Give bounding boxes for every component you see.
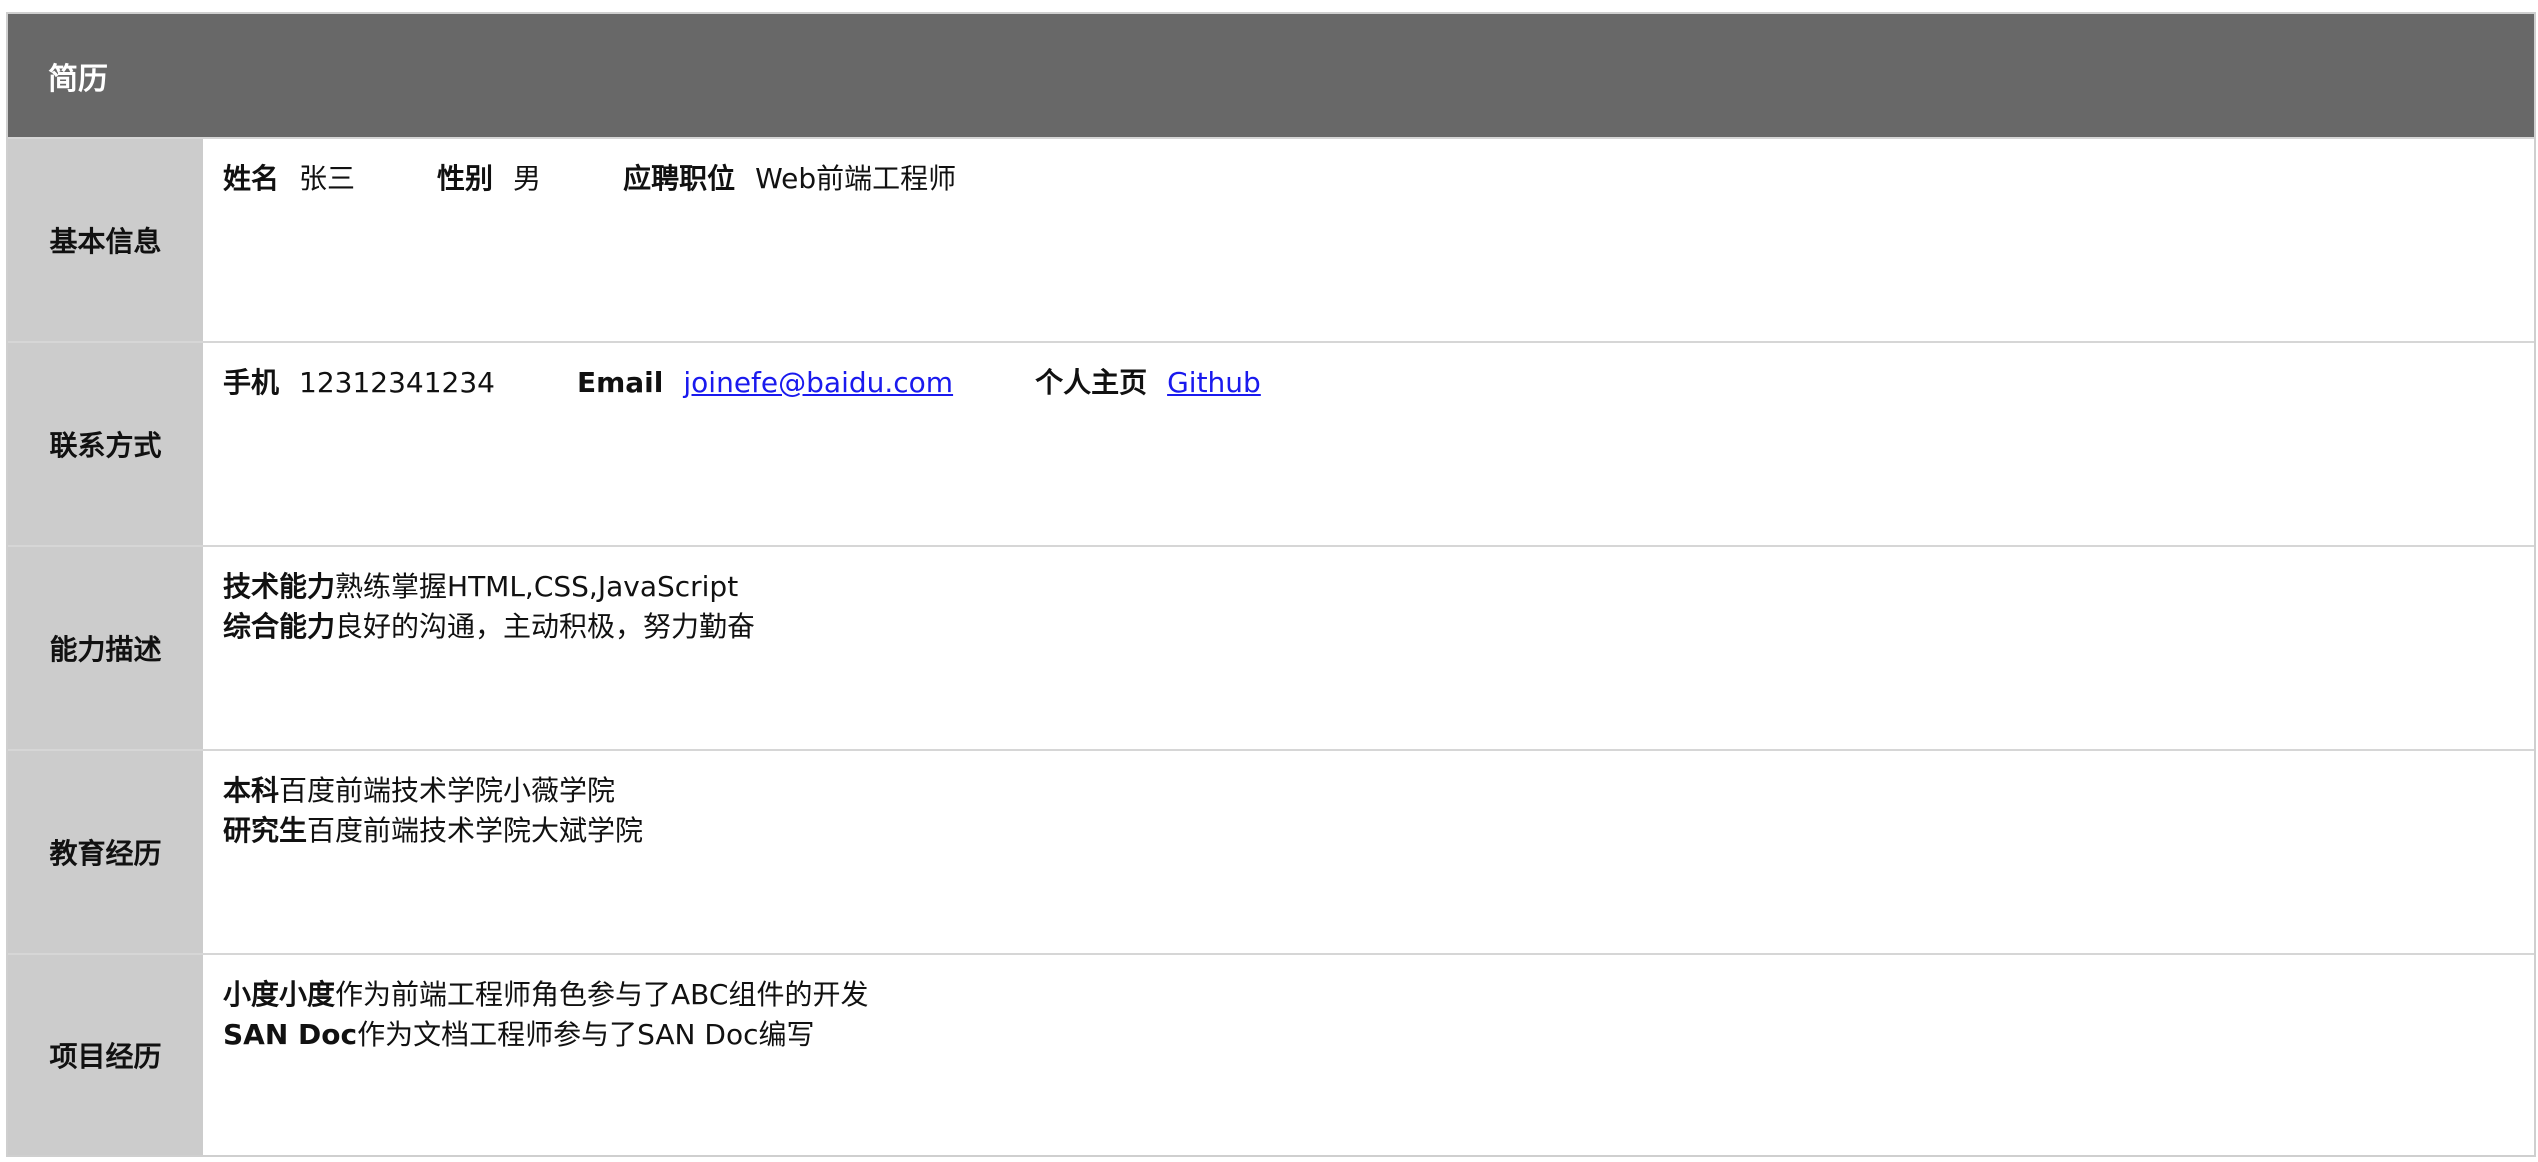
row-label-basic-info: 基本信息 [8,139,203,341]
position-label: 应聘职位 [623,162,736,195]
list-item: 本科百度前端技术学院小薇学院 [223,771,2534,811]
row-contact: 联系方式 手机 12312341234 Email joinefe@baidu.… [8,341,2534,545]
row-label-contact: 联系方式 [8,343,203,545]
row-label-projects: 项目经历 [8,955,203,1155]
row-content-basic-info: 姓名 张三 性别 男 应聘职位 Web前端工程师 [203,139,2534,341]
phone-value: 12312341234 [299,366,495,399]
name-value: 张三 [299,162,356,195]
phone-pair: 手机 12312341234 [223,363,495,403]
resume-header: 简历 [8,14,2534,137]
row-ability: 能力描述 技术能力熟练掌握HTML,CSS,JavaScript 综合能力良好的… [8,545,2534,749]
row-projects: 项目经历 小度小度作为前端工程师角色参与了ABC组件的开发 SAN Doc作为文… [8,953,2534,1155]
row-label-education: 教育经历 [8,751,203,953]
ability-title: 技术能力 [223,570,336,603]
gender-label: 性别 [437,162,494,195]
position-pair: 应聘职位 Web前端工程师 [623,159,956,199]
email-label: Email [576,366,664,399]
education-text: 百度前端技术学院大斌学院 [307,814,644,847]
row-label-ability: 能力描述 [8,547,203,749]
project-text: 作为文档工程师参与了SAN Doc编写 [357,1018,815,1051]
name-label: 姓名 [223,162,280,195]
email-link[interactable]: joinefe@baidu.com [683,363,953,403]
project-text: 作为前端工程师角色参与了ABC组件的开发 [335,978,869,1011]
gender-value: 男 [513,162,542,195]
row-content-education: 本科百度前端技术学院小薇学院 研究生百度前端技术学院大斌学院 [203,751,2534,953]
page-title: 简历 [48,61,108,97]
row-content-ability: 技术能力熟练掌握HTML,CSS,JavaScript 综合能力良好的沟通，主动… [203,547,2534,749]
education-title: 本科 [223,774,280,807]
ability-text: 良好的沟通，主动积极，努力勤奋 [335,610,756,643]
ability-text: 熟练掌握HTML,CSS,JavaScript [335,570,739,603]
row-content-projects: 小度小度作为前端工程师角色参与了ABC组件的开发 SAN Doc作为文档工程师参… [203,955,2534,1155]
row-education: 教育经历 本科百度前端技术学院小薇学院 研究生百度前端技术学院大斌学院 [8,749,2534,953]
resume-table: 简历 基本信息 姓名 张三 性别 男 应聘职位 Web前端工程师 联系方式 手机… [6,12,2536,1157]
list-item: SAN Doc作为文档工程师参与了SAN Doc编写 [223,1015,2534,1055]
education-title: 研究生 [223,814,308,847]
list-item: 研究生百度前端技术学院大斌学院 [223,811,2534,851]
position-value: Web前端工程师 [755,162,957,195]
phone-label: 手机 [223,366,280,399]
email-pair: Email joinefe@baidu.com [577,363,953,403]
education-text: 百度前端技术学院小薇学院 [279,774,616,807]
list-item: 技术能力熟练掌握HTML,CSS,JavaScript [223,567,2534,607]
ability-title: 综合能力 [223,610,336,643]
project-title: 小度小度 [223,978,336,1011]
gender-pair: 性别 男 [437,159,541,199]
project-title: SAN Doc [223,1018,358,1051]
homepage-link[interactable]: Github [1167,363,1261,403]
row-basic-info: 基本信息 姓名 张三 性别 男 应聘职位 Web前端工程师 [8,137,2534,341]
homepage-pair: 个人主页 Github [1035,363,1261,403]
name-pair: 姓名 张三 [223,159,355,199]
list-item: 小度小度作为前端工程师角色参与了ABC组件的开发 [223,975,2534,1015]
list-item: 综合能力良好的沟通，主动积极，努力勤奋 [223,607,2534,647]
row-content-contact: 手机 12312341234 Email joinefe@baidu.com 个… [203,343,2534,545]
homepage-label: 个人主页 [1035,366,1148,399]
